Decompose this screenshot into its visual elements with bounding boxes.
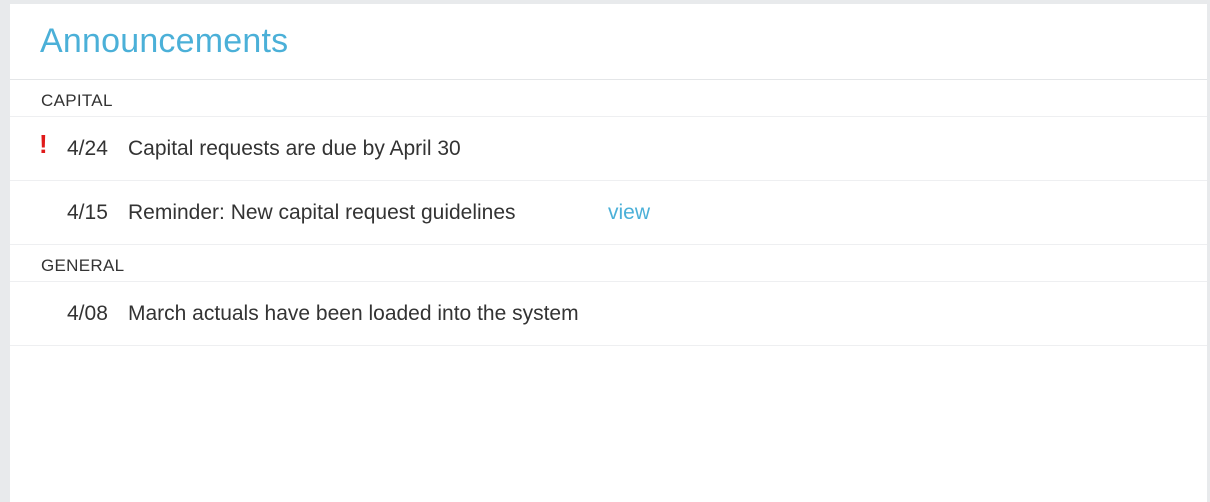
panel-header: Announcements bbox=[10, 4, 1207, 80]
alert-icon: ! bbox=[39, 129, 48, 159]
section-header-capital: CAPITAL bbox=[10, 80, 1207, 117]
announcement-text: March actuals have been loaded into the … bbox=[128, 302, 579, 325]
announcement-text: Reminder: New capital request guidelines bbox=[128, 201, 516, 224]
announcement-date: 4/24 bbox=[67, 137, 108, 160]
announcement-date: 4/08 bbox=[67, 302, 108, 325]
announcement-text: Capital requests are due by April 30 bbox=[128, 137, 461, 160]
announcement-row: 4/08 March actuals have been loaded into… bbox=[10, 282, 1207, 346]
section-header-general: GENERAL bbox=[10, 245, 1207, 282]
announcements-panel: Announcements CAPITAL ! 4/24 Capital req… bbox=[10, 4, 1207, 502]
announcement-date: 4/15 bbox=[67, 201, 108, 224]
view-link[interactable]: view bbox=[608, 201, 650, 225]
section-label: GENERAL bbox=[41, 256, 125, 275]
section-label: CAPITAL bbox=[41, 91, 113, 110]
announcement-row: 4/15 Reminder: New capital request guide… bbox=[10, 181, 1207, 245]
announcement-row: ! 4/24 Capital requests are due by April… bbox=[10, 117, 1207, 181]
panel-title: Announcements bbox=[40, 22, 289, 60]
